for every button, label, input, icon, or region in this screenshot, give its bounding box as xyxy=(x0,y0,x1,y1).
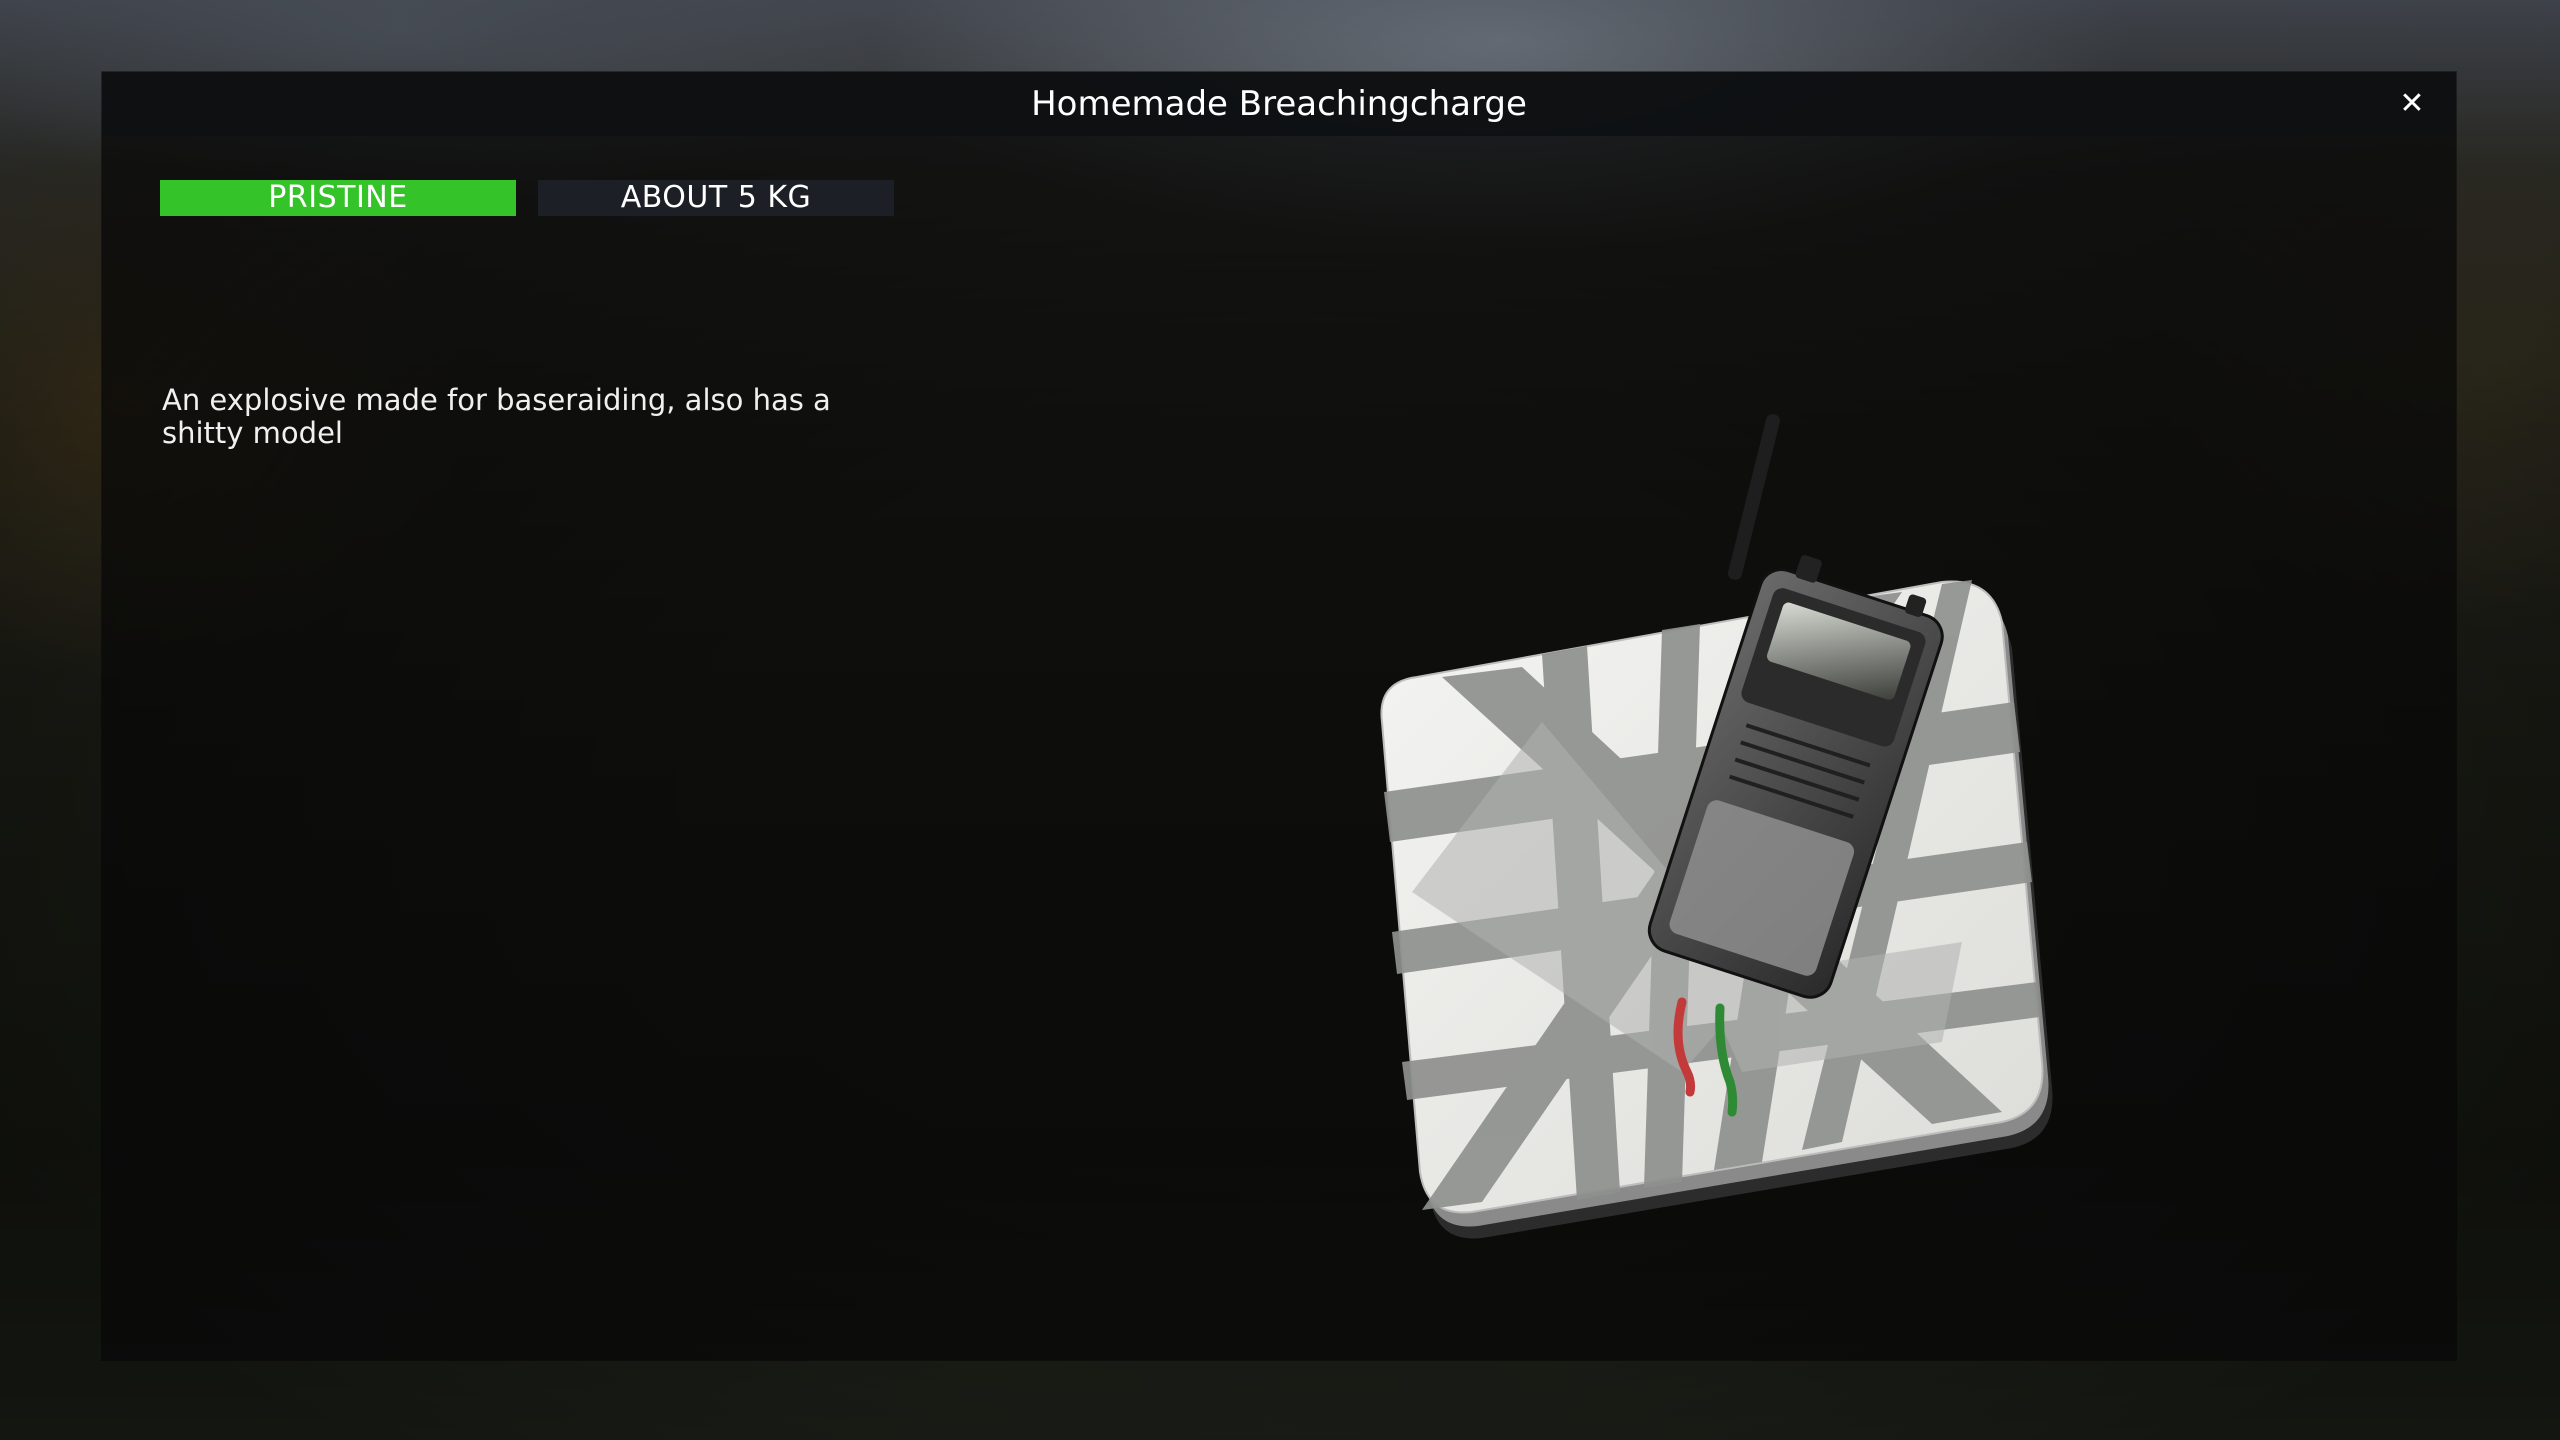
breaching-charge-model xyxy=(1380,414,2053,1239)
weight-badge: ABOUT 5 KG xyxy=(538,180,894,216)
item-description: An explosive made for baseraiding, also … xyxy=(162,383,831,450)
close-button[interactable]: ✕ xyxy=(2392,84,2432,124)
close-icon: ✕ xyxy=(2399,86,2425,121)
item-title: Homemade Breachingcharge xyxy=(1031,84,1527,124)
window-titlebar: Homemade Breachingcharge ✕ xyxy=(102,72,2456,136)
condition-badge: PRISTINE xyxy=(160,180,516,216)
item-inspect-window: Homemade Breachingcharge ✕ PRISTINE ABOU… xyxy=(102,72,2456,1360)
item-preview-viewport[interactable] xyxy=(1242,282,2302,1322)
